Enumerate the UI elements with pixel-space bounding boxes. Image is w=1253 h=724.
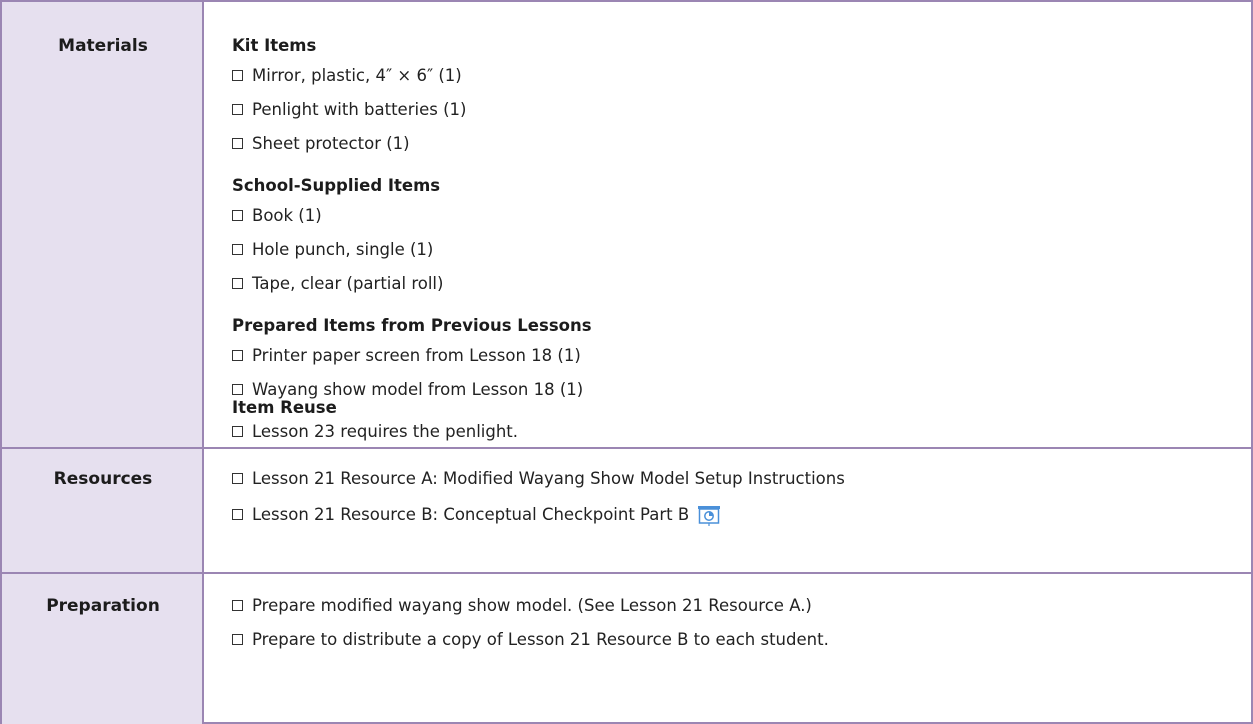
resources-label-cell: Resources [2,449,204,572]
checklist-item: Sheet protector (1) [232,134,410,153]
checklist-item: Hole punch, single (1) [232,240,433,259]
section-heading-prepared-items: Prepared Items from Previous Lessons [232,316,592,335]
checkbox[interactable] [232,244,243,255]
checkbox[interactable] [232,600,243,611]
materials-label: Materials [58,36,148,56]
section-heading-school-supplied: School-Supplied Items [232,176,441,195]
preparation-row: Preparation Prepare modified wayang show… [2,574,1251,724]
materials-label-cell: Materials [2,2,204,447]
checkbox[interactable] [232,70,243,81]
resources-label: Resources [53,469,153,489]
checklist-item: Tape, clear (partial roll) [232,274,443,293]
resources-row: Resources Lesson 21 Resource A: Modified… [2,449,1251,574]
materials-table: Materials Kit Items Mirror, plastic, 4″ … [0,0,1253,724]
checkbox[interactable] [232,104,243,115]
section-heading-item-reuse: Item Reuse [232,398,337,417]
section-heading-kit-items: Kit Items [232,36,317,55]
checklist-item: Printer paper screen from Lesson 18 (1) [232,346,581,365]
preparation-label-cell: Preparation [2,574,204,724]
preparation-item: Prepare modified wayang show model. (See… [232,596,812,615]
checkbox[interactable] [232,278,243,289]
preparation-label: Preparation [46,596,160,616]
materials-row: Materials Kit Items Mirror, plastic, 4″ … [2,2,1251,449]
checkbox[interactable] [232,138,243,149]
checklist-item: Penlight with batteries (1) [232,100,466,119]
checkbox[interactable] [232,634,243,645]
checkbox[interactable] [232,473,243,484]
checkbox[interactable] [232,426,243,437]
projection-screen-icon[interactable] [697,505,721,527]
checkbox[interactable] [232,384,243,395]
resource-item: Lesson 21 Resource A: Modified Wayang Sh… [232,469,845,488]
checkbox[interactable] [232,350,243,361]
checklist-item: Book (1) [232,206,322,225]
resource-item: Lesson 21 Resource B: Conceptual Checkpo… [232,503,721,527]
checkbox[interactable] [232,508,243,520]
checklist-item: Mirror, plastic, 4″ × 6″ (1) [232,66,462,85]
preparation-item: Prepare to distribute a copy of Lesson 2… [232,630,829,649]
checklist-item: Wayang show model from Lesson 18 (1) [232,380,583,399]
checklist-item: Lesson 23 requires the penlight. [232,422,518,441]
checkbox[interactable] [232,210,243,221]
